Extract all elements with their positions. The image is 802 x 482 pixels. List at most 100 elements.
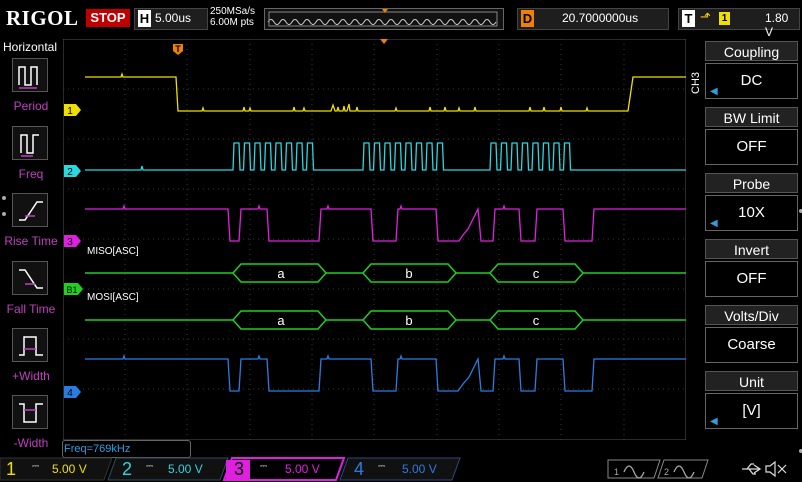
freq-label: Freq [18, 167, 44, 181]
ch4-scale: 5.00 V [402, 462, 437, 476]
trigger-level: 1.80 V [765, 11, 789, 39]
probe-value: 10X [738, 204, 765, 221]
usb-icon [742, 463, 762, 475]
svg-text:4: 4 [67, 388, 73, 399]
svg-text:1: 1 [67, 106, 73, 117]
period-label: Period [13, 99, 49, 113]
neg-width-icon [12, 395, 48, 429]
acquisition-info: 250MSa/s 6.00M pts [210, 6, 255, 28]
ch2-status[interactable]: 2 ⎓ 5.00 V [116, 458, 226, 480]
select-arrow-icon: ◀ [710, 86, 718, 97]
sample-rate: 250MSa/s [210, 6, 256, 17]
select-arrow-icon: ◀ [710, 218, 718, 229]
invert-value-box[interactable]: OFF [705, 261, 798, 297]
pos-width-icon [12, 328, 48, 362]
period-icon [12, 58, 48, 92]
miso-byte-c: c [533, 266, 540, 281]
coupling-title: Coupling [705, 41, 798, 61]
select-arrow-icon: ◀ [710, 416, 718, 427]
delay-value: 20.7000000us [562, 11, 639, 25]
svg-text:3: 3 [67, 237, 73, 248]
probe-title: Probe [705, 173, 798, 193]
ch1-number: 1 [5, 459, 16, 479]
rigol-logo: RIGOL [6, 6, 79, 30]
volts-div-value: Coarse [727, 336, 776, 353]
measure-fall-time[interactable]: Fall Time [0, 261, 62, 317]
ch4-marker: 4 [64, 386, 81, 399]
measure-period[interactable]: Period [0, 58, 62, 114]
channel-menu: Coupling ◀ DC BW Limit OFF Probe ◀ 10X Inv… [705, 39, 802, 459]
ch4-coupling-icon: ⎓ [378, 461, 386, 471]
measure-freq[interactable]: Freq [0, 126, 62, 182]
fall-time-label: Fall Time [6, 302, 56, 316]
unit-value-box[interactable]: ◀ [V] [705, 393, 798, 429]
coupling-value: DC [740, 72, 763, 89]
timebase-value: 5.00us [155, 11, 192, 25]
b1-marker: B1 [64, 283, 83, 295]
probe-menu-item[interactable]: Probe ◀ 10X [705, 173, 798, 237]
channel-markers: 1 2 3 B1 4 [64, 104, 83, 399]
probe-value-box[interactable]: ◀ 10X [705, 195, 798, 231]
timebase-label: H [138, 10, 151, 27]
trigger-box[interactable]: T ⬏ 1 1.80 V [678, 8, 800, 39]
pos-width-label: +Width [12, 369, 50, 383]
miso-label: MISO[ASC] [87, 246, 139, 257]
trigger-label: T [682, 10, 695, 27]
left-menu-page-dot [2, 196, 6, 200]
generator-2-icon: 2 [657, 459, 709, 479]
measure-neg-width[interactable]: -Width [0, 395, 62, 451]
ch2-coupling-icon: ⎓ [146, 461, 154, 471]
trigger-marker-label: T [175, 44, 181, 54]
svg-text:2: 2 [664, 467, 669, 477]
waveform-display[interactable]: a b c a b c MISO[ASC] MOSI[ASC] T [63, 39, 686, 440]
timebase-box[interactable]: H 5.00us [134, 8, 208, 30]
ch2-marker: 2 [64, 165, 81, 178]
trigger-source: 1 [719, 12, 730, 25]
ch2-scale: 5.00 V [168, 462, 203, 476]
ch3-coupling-icon: ⎓ [260, 461, 268, 471]
unit-value: [V] [742, 402, 761, 419]
run-stop-status[interactable]: STOP [86, 9, 130, 27]
ch2-number: 2 [121, 459, 132, 479]
invert-title: Invert [705, 239, 798, 259]
waveform-overview-bar[interactable] [264, 8, 504, 30]
ch3-number: 3 [233, 459, 244, 479]
delay-label: D [521, 10, 534, 27]
measure-rise-time[interactable]: Rise Time [0, 193, 62, 249]
menu-channel-tag: CH3 [690, 71, 702, 94]
generator-1-icon: 1 [607, 459, 661, 479]
bottom-right-icons: 1 2 [607, 459, 787, 479]
overview-waveform [267, 9, 498, 27]
mosi-byte-b: b [405, 313, 412, 328]
delay-box[interactable]: D 20.7000000us [517, 8, 669, 30]
freq-icon [12, 126, 48, 160]
ch1-status[interactable]: 1 ⎓ 5.00 V [0, 458, 110, 480]
svg-text:B1: B1 [66, 285, 77, 295]
rise-time-label: Rise Time [4, 234, 58, 248]
ch3-status[interactable]: 3 ⎓ 5.00 V [228, 458, 340, 480]
volts-div-value-box[interactable]: Coarse [705, 327, 798, 363]
bw-limit-menu-item[interactable]: BW Limit OFF [705, 107, 798, 171]
measure-pos-width[interactable]: +Width [0, 328, 62, 384]
ch4-number: 4 [353, 459, 364, 479]
invert-menu-item[interactable]: Invert OFF [705, 239, 798, 303]
ch1-coupling-icon: ⎓ [32, 461, 40, 471]
invert-value: OFF [736, 270, 767, 287]
svg-text:1: 1 [614, 467, 619, 477]
memory-depth: 6.00M pts [210, 17, 254, 28]
volts-div-menu-item[interactable]: Volts/Div Coarse [705, 305, 798, 369]
miso-byte-a: a [277, 266, 285, 281]
miso-byte-b: b [405, 266, 412, 281]
ch4-status[interactable]: 4 ⎓ 5.00 V [348, 458, 458, 480]
coupling-menu-item[interactable]: Coupling ◀ DC [705, 41, 798, 105]
coupling-value-box[interactable]: ◀ DC [705, 63, 798, 99]
ch3-marker: 3 [64, 235, 81, 248]
neg-width-label: -Width [13, 436, 49, 450]
speaker-muted-icon [765, 460, 787, 478]
ch1-scale: 5.00 V [52, 462, 87, 476]
mosi-byte-c: c [533, 313, 540, 328]
unit-menu-item[interactable]: Unit ◀ [V] [705, 371, 798, 435]
mosi-byte-a: a [277, 313, 285, 328]
bw-limit-value-box[interactable]: OFF [705, 129, 798, 165]
left-menu-page-dot [2, 212, 6, 216]
